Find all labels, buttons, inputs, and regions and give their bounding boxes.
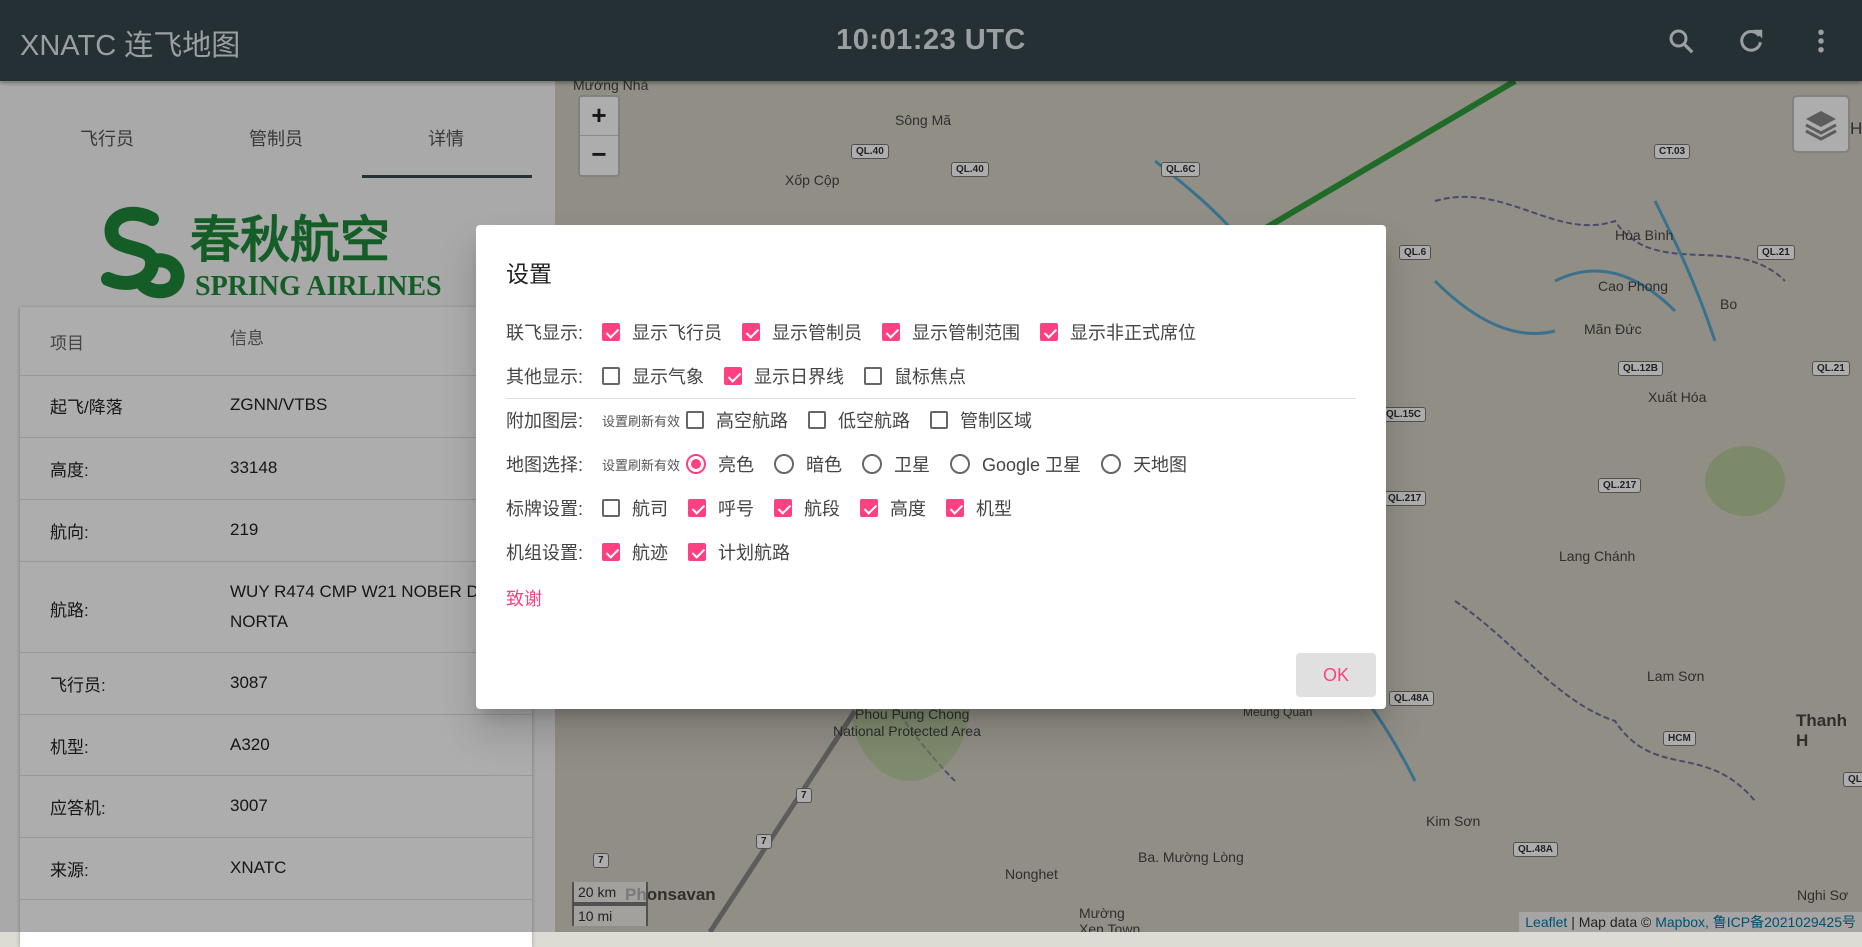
settings-row-layers: 附加图层: 设置刷新有效 高空航路 低空航路 管制区域 bbox=[506, 405, 1052, 435]
show-informal-positions-checkbox[interactable] bbox=[1040, 323, 1058, 341]
settings-row-crew: 机组设置: 航迹 计划航路 bbox=[506, 537, 810, 567]
option-label: 显示管制员 bbox=[772, 323, 862, 343]
row-label: 联飞显示: bbox=[506, 323, 584, 343]
tag-airline-checkbox[interactable] bbox=[602, 499, 620, 517]
option-label: 高度 bbox=[890, 499, 926, 519]
option-label: 高空航路 bbox=[716, 411, 789, 431]
option-label: 航司 bbox=[632, 499, 668, 519]
show-control-range-checkbox[interactable] bbox=[882, 323, 900, 341]
option-label: 航段 bbox=[804, 499, 840, 519]
option-label: 亮色 bbox=[718, 455, 755, 475]
settings-row-tag: 标牌设置: 航司 呼号 航段 高度 机型 bbox=[506, 493, 1032, 523]
tag-callsign-checkbox[interactable] bbox=[688, 499, 706, 517]
row-label: 标牌设置: bbox=[506, 499, 584, 519]
show-terminator-checkbox[interactable] bbox=[724, 367, 742, 385]
option-label: 天地图 bbox=[1133, 455, 1188, 475]
crew-track-checkbox[interactable] bbox=[602, 543, 620, 561]
row-label: 地图选择: bbox=[506, 455, 584, 475]
tag-altitude-checkbox[interactable] bbox=[860, 499, 878, 517]
row-label: 机组设置: bbox=[506, 543, 584, 563]
option-label: 显示日界线 bbox=[754, 367, 844, 387]
control-areas-checkbox[interactable] bbox=[930, 411, 949, 429]
tag-leg-checkbox[interactable] bbox=[774, 499, 792, 517]
show-weather-checkbox[interactable] bbox=[602, 367, 620, 385]
option-label: 显示气象 bbox=[632, 367, 704, 387]
low-airways-checkbox[interactable] bbox=[808, 411, 827, 429]
dialog-divider bbox=[506, 398, 1356, 399]
settings-row-other: 其他显示: 显示气象 显示日界线 鼠标焦点 bbox=[506, 361, 986, 391]
row-label: 其他显示: bbox=[506, 367, 584, 387]
option-label: 低空航路 bbox=[838, 411, 911, 431]
settings-row-online: 联飞显示: 显示飞行员 显示管制员 显示管制范围 显示非正式席位 bbox=[506, 317, 1216, 347]
option-label: 鼠标焦点 bbox=[894, 367, 966, 387]
thanks-link[interactable]: 致谢 bbox=[506, 585, 542, 611]
option-label: 航迹 bbox=[632, 543, 668, 563]
map-satellite-radio[interactable] bbox=[862, 454, 883, 474]
option-label: 管制区域 bbox=[960, 411, 1033, 431]
map-google-satellite-radio[interactable] bbox=[950, 454, 971, 474]
settings-dialog: 设置 联飞显示: 显示飞行员 显示管制员 显示管制范围 显示非正式席位 其他显示… bbox=[476, 225, 1386, 709]
option-label: 卫星 bbox=[894, 455, 931, 475]
option-label: 暗色 bbox=[806, 455, 843, 475]
option-label: Google 卫星 bbox=[982, 455, 1082, 475]
option-label: 计划航路 bbox=[718, 543, 790, 563]
refresh-note: 设置刷新有效 bbox=[602, 457, 681, 473]
map-dark-radio[interactable] bbox=[774, 454, 795, 474]
dialog-title: 设置 bbox=[506, 261, 552, 287]
mouse-focus-checkbox[interactable] bbox=[864, 367, 882, 385]
map-light-radio[interactable] bbox=[686, 454, 707, 474]
show-pilots-checkbox[interactable] bbox=[602, 323, 620, 341]
show-controllers-checkbox[interactable] bbox=[742, 323, 760, 341]
crew-planned-route-checkbox[interactable] bbox=[688, 543, 706, 561]
ok-button[interactable]: OK bbox=[1296, 653, 1376, 697]
tag-aircraft-type-checkbox[interactable] bbox=[946, 499, 964, 517]
row-label: 附加图层: bbox=[506, 411, 584, 431]
map-tianditu-radio[interactable] bbox=[1101, 454, 1122, 474]
option-label: 呼号 bbox=[718, 499, 754, 519]
option-label: 显示管制范围 bbox=[912, 323, 1020, 343]
option-label: 机型 bbox=[976, 499, 1012, 519]
high-airways-checkbox[interactable] bbox=[686, 411, 705, 429]
option-label: 显示飞行员 bbox=[632, 323, 722, 343]
option-label: 显示非正式席位 bbox=[1070, 323, 1196, 343]
settings-row-map: 地图选择: 设置刷新有效 亮色 暗色 卫星 Google 卫星 天地图 bbox=[506, 449, 1207, 479]
refresh-note: 设置刷新有效 bbox=[602, 413, 681, 429]
